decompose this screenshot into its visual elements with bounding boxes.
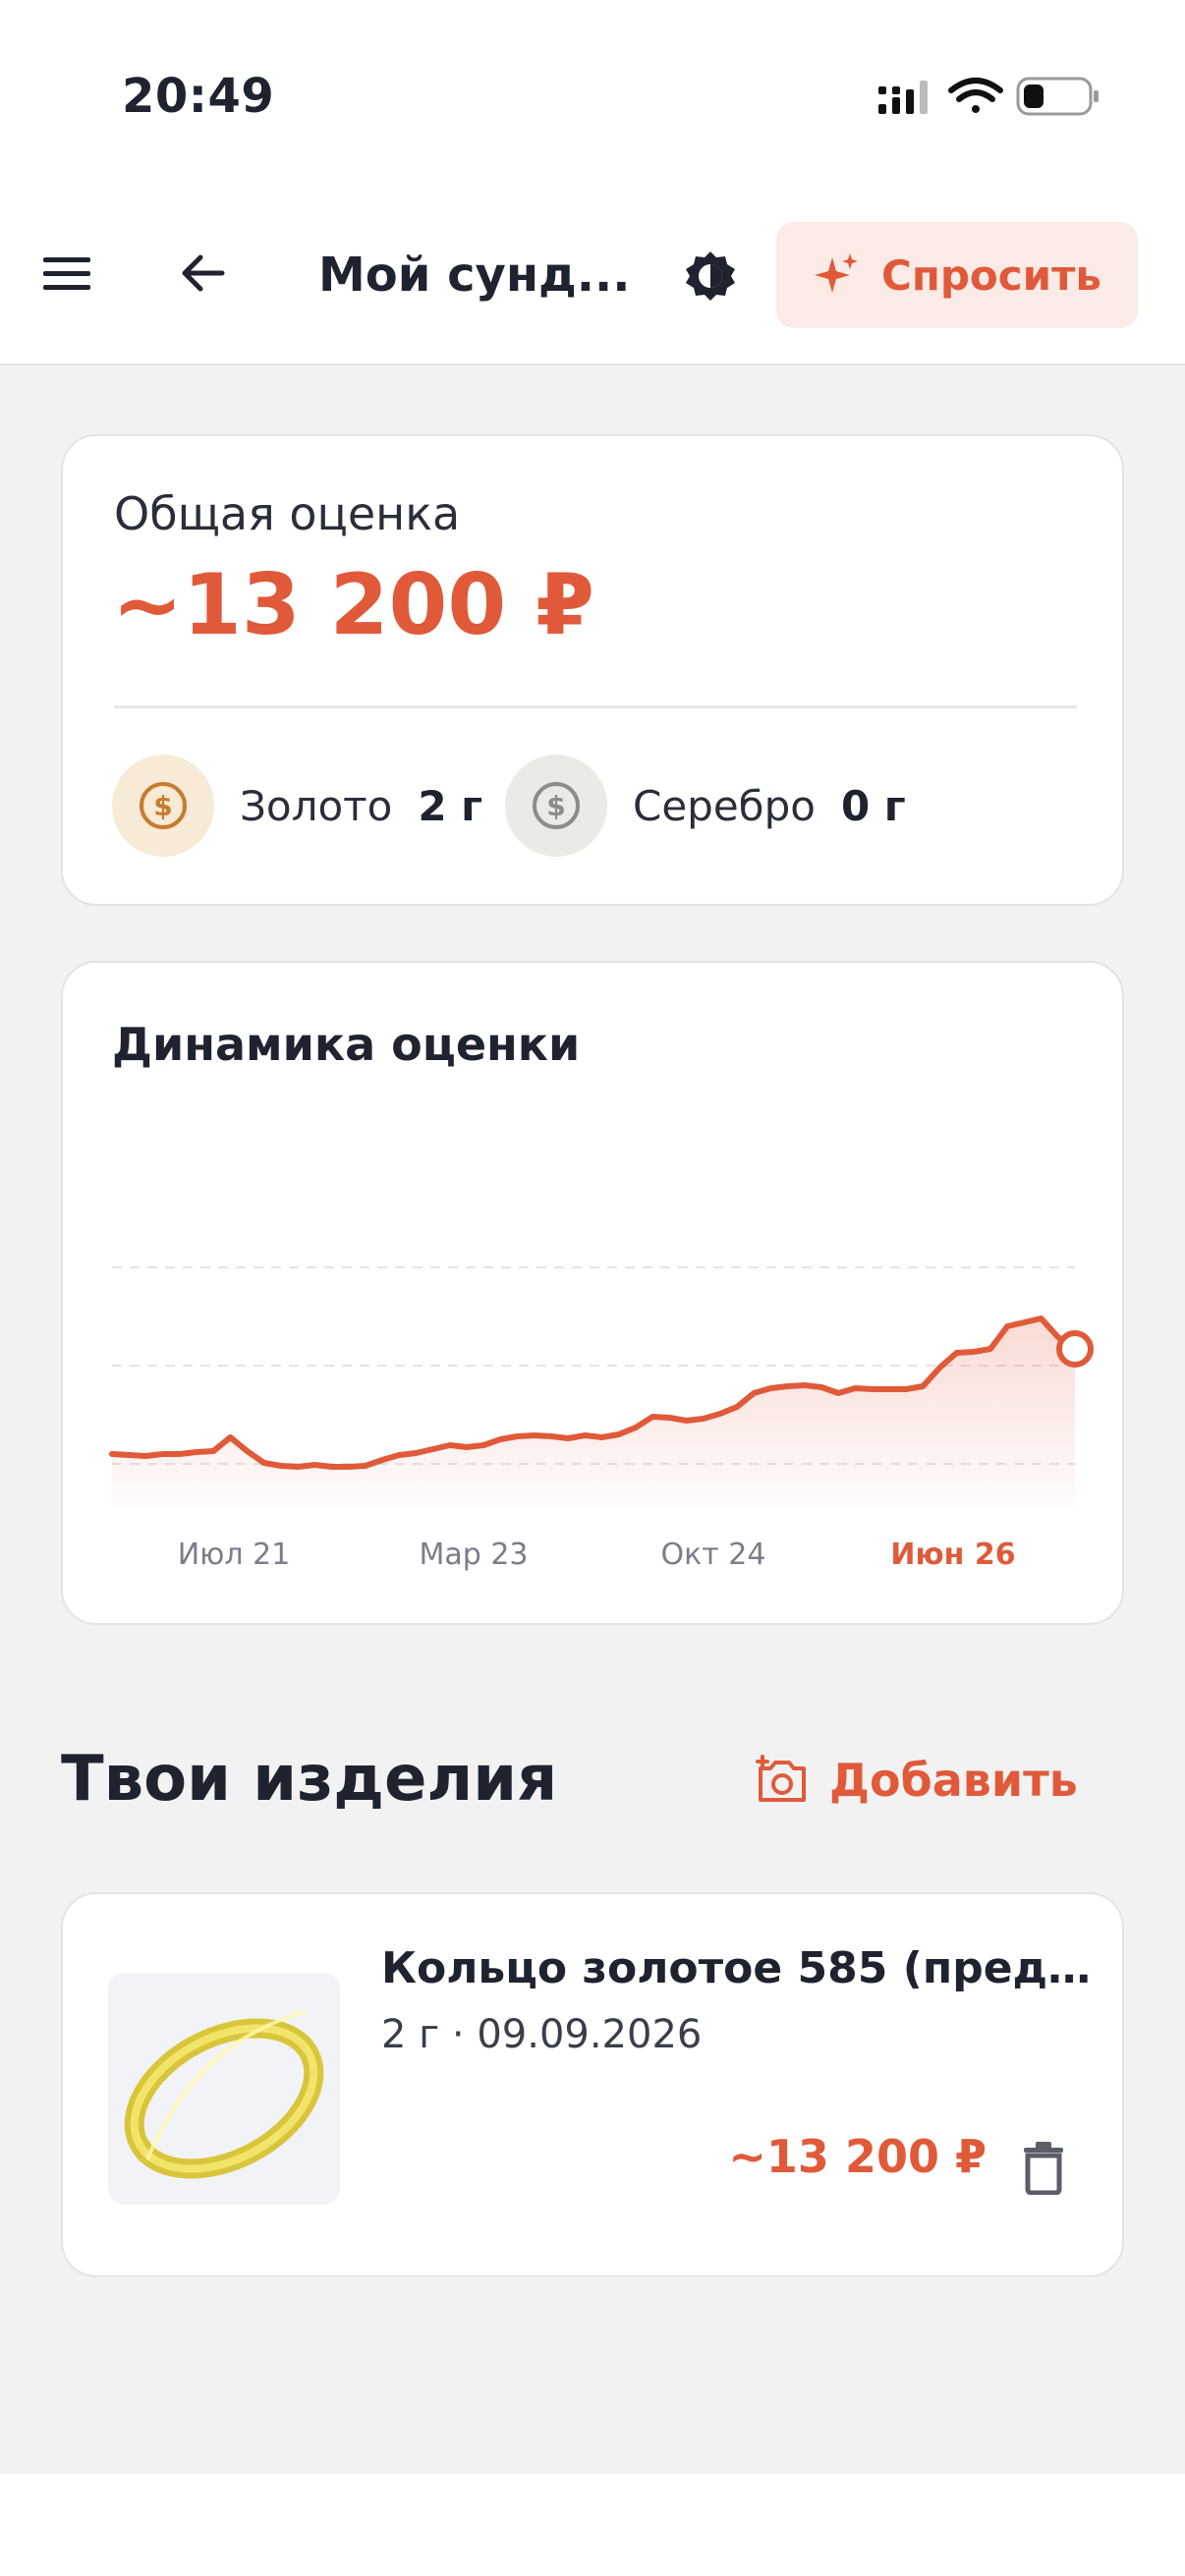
sparkle-icon (815, 253, 858, 293)
item-card[interactable]: Кольцо золотое 585 (предварительно) 2 г … (61, 1892, 1124, 2277)
item-price: ~13 200 ₽ (728, 2130, 987, 2183)
metal-name: Золото (240, 781, 393, 830)
total-estimate-label: Общая оценка (114, 487, 461, 540)
wifi-icon (948, 78, 1003, 113)
items-section-title: Твои изделия (61, 1743, 558, 1816)
signal-icon (878, 81, 928, 114)
delete-item-button[interactable] (1004, 2128, 1083, 2207)
menu-icon (43, 257, 90, 290)
trash-icon (1024, 2142, 1063, 2195)
item-meta: 2 г · 09.09.2026 (381, 2012, 703, 2057)
bottom-area (0, 2474, 1185, 2576)
chart-x-tick-label: Июл 21 (178, 1538, 291, 1572)
chart-area-fill (112, 1318, 1075, 1507)
theme-toggle-button[interactable] (680, 246, 741, 307)
summary-card: Общая оценка ~13 200 ₽ $ Золото 2 г $ Се… (61, 434, 1124, 906)
contrast-icon (686, 252, 735, 301)
chart-x-tick-label: Мар 23 (419, 1538, 528, 1572)
svg-text:$: $ (546, 790, 565, 822)
silver-coin-icon: $ (505, 755, 607, 857)
chart-card: Динамика оценки Июл 21 Мар 23 Окт 24 Июн 26 (61, 961, 1124, 1625)
divider (114, 705, 1077, 708)
item-thumbnail (108, 1973, 340, 2205)
item-name: Кольцо золотое 585 (предварительно) (381, 1943, 1099, 1993)
add-item-button[interactable]: Добавить (755, 1749, 1078, 1812)
arrow-left-icon (182, 254, 225, 292)
menu-button[interactable] (39, 246, 94, 301)
add-photo-icon (756, 1755, 806, 1802)
estimate-chart: Июл 21 Мар 23 Окт 24 Июн 26 (109, 1266, 1094, 1572)
back-button[interactable] (175, 246, 230, 301)
ask-button-label: Спросить (881, 251, 1101, 300)
metal-name: Серебро (633, 781, 816, 830)
status-time: 20:49 (122, 69, 275, 124)
chart-current-point[interactable] (1056, 1330, 1094, 1368)
total-estimate-value: ~13 200 ₽ (112, 556, 594, 654)
metal-silver: $ Серебро 0 г (505, 755, 906, 857)
gold-ring-image (124, 2010, 324, 2179)
metal-weight: 0 г (840, 781, 906, 830)
chart-x-tick-label: Июн 26 (890, 1538, 1015, 1572)
svg-text:$: $ (153, 790, 172, 822)
page-title: Мой сунд... (318, 248, 631, 303)
status-icons (878, 77, 1099, 116)
metal-gold: $ Золото 2 г (112, 755, 482, 857)
metal-weight: 2 г (418, 781, 483, 830)
battery-icon (1016, 77, 1099, 116)
add-item-label: Добавить (829, 1754, 1078, 1807)
chart-x-tick-label: Окт 24 (661, 1538, 766, 1572)
ask-button[interactable]: Спросить (776, 222, 1138, 328)
gold-coin-icon: $ (112, 755, 214, 857)
header-area: 20:49 Мой сунд... Спросить (0, 0, 1185, 365)
